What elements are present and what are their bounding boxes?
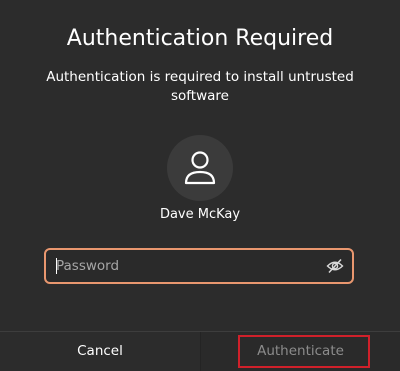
text-cursor <box>56 258 57 274</box>
password-field[interactable] <box>44 248 354 284</box>
password-input[interactable] <box>46 250 316 282</box>
person-icon <box>184 151 216 185</box>
eye-slash-icon[interactable] <box>326 257 344 275</box>
button-bar: Cancel Authenticate <box>0 331 400 371</box>
auth-dialog: Authentication Required Authentication i… <box>0 0 400 371</box>
highlight-box <box>238 335 370 368</box>
user-name: Dave McKay <box>159 207 241 222</box>
authenticate-button[interactable]: Authenticate <box>200 332 400 371</box>
dialog-message: Authentication is required to install un… <box>46 69 354 104</box>
user-avatar-icon <box>167 135 233 201</box>
dialog-title: Authentication Required <box>66 26 334 51</box>
cancel-button[interactable]: Cancel <box>0 332 200 371</box>
